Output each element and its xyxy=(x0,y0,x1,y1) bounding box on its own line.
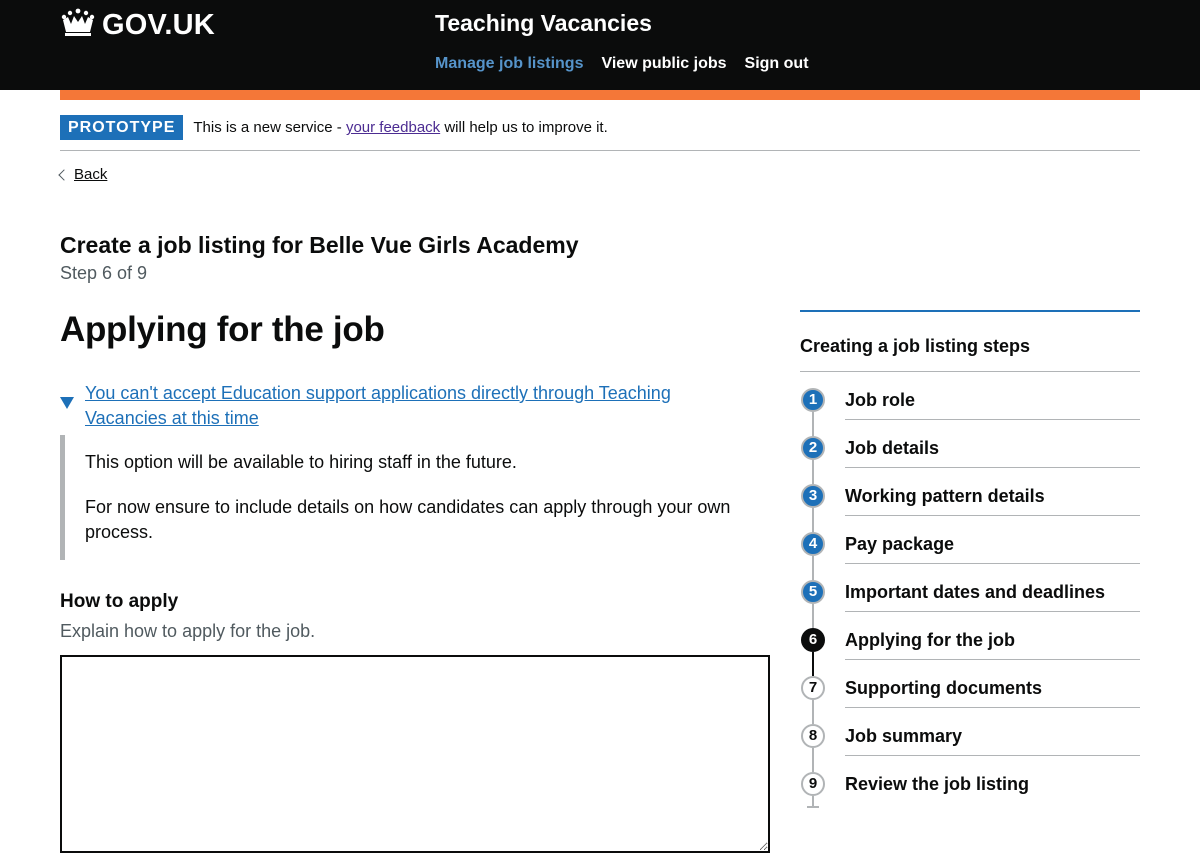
service-name[interactable]: Teaching Vacancies xyxy=(435,10,652,37)
step-label[interactable]: Review the job listing xyxy=(845,772,1140,804)
details-paragraph-1: This option will be available to hiring … xyxy=(85,452,517,472)
step-list: 1 Job role 2 Job details 3 Working patte… xyxy=(800,372,1140,808)
caption-title: Create a job listing for Belle Vue Girls… xyxy=(60,232,579,258)
step-label[interactable]: Important dates and deadlines xyxy=(845,580,1140,612)
nav-view-public-jobs[interactable]: View public jobs xyxy=(601,55,726,73)
logo-text: GOV.UK xyxy=(102,9,215,41)
step-number: 7 xyxy=(801,676,825,700)
page-title: Applying for the job xyxy=(60,310,385,349)
step-item-job-role[interactable]: 1 Job role xyxy=(800,372,1140,436)
step-label[interactable]: Applying for the job xyxy=(845,628,1140,660)
step-number: 4 xyxy=(801,532,825,556)
step-connector xyxy=(812,700,814,724)
phase-banner: PROTOTYPE This is a new service - your f… xyxy=(60,115,1140,151)
step-number: 1 xyxy=(801,388,825,412)
step-item-review[interactable]: 9 Review the job listing xyxy=(800,756,1140,808)
step-connector xyxy=(812,460,814,484)
details-summary-link[interactable]: You can't accept Education support appli… xyxy=(85,381,750,431)
step-item-job-details[interactable]: 2 Job details xyxy=(800,420,1140,484)
feedback-link[interactable]: your feedback xyxy=(346,119,440,136)
step-label[interactable]: Job details xyxy=(845,436,1140,468)
step-connector xyxy=(812,508,814,532)
step-connector xyxy=(812,556,814,580)
caption-step: Step 6 of 9 xyxy=(60,263,148,283)
how-to-apply-textarea[interactable] xyxy=(60,655,770,853)
step-label[interactable]: Job summary xyxy=(845,724,1140,756)
step-number: 5 xyxy=(801,580,825,604)
step-item-working-pattern[interactable]: 3 Working pattern details xyxy=(800,468,1140,532)
phase-tag: PROTOTYPE xyxy=(60,115,184,140)
phase-text-after: will help us to improve it. xyxy=(444,119,608,136)
back-link-wrapper: Back xyxy=(58,166,107,183)
step-connector xyxy=(812,412,814,436)
step-number: 2 xyxy=(801,436,825,460)
step-item-pay-package[interactable]: 4 Pay package xyxy=(800,516,1140,580)
chevron-left-icon xyxy=(58,169,70,181)
details-summary[interactable]: You can't accept Education support appli… xyxy=(60,381,750,431)
step-item-supporting-documents[interactable]: 7 Supporting documents xyxy=(800,660,1140,724)
step-nav-title: Creating a job listing steps xyxy=(800,336,1140,372)
step-number: 8 xyxy=(801,724,825,748)
step-number: 9 xyxy=(801,772,825,796)
phase-text: This is a new service - your feedback wi… xyxy=(193,119,607,136)
step-number: 3 xyxy=(801,484,825,508)
phase-text-before: This is a new service - xyxy=(193,119,342,136)
site-header: GOV.UK Teaching Vacancies Manage job lis… xyxy=(0,0,1200,90)
step-item-job-summary[interactable]: 8 Job summary xyxy=(800,708,1140,772)
step-nav: Creating a job listing steps 1 Job role … xyxy=(800,310,1140,808)
step-connector xyxy=(812,604,814,628)
header-accent-bar xyxy=(60,90,1140,100)
details-body: This option will be available to hiring … xyxy=(60,435,750,560)
govuk-logo-link[interactable]: GOV.UK xyxy=(60,8,215,43)
step-connector xyxy=(812,796,814,806)
step-connector xyxy=(812,652,814,676)
step-connector xyxy=(812,748,814,772)
nav-manage-job-listings[interactable]: Manage job listings xyxy=(435,55,583,73)
step-label[interactable]: Supporting documents xyxy=(845,676,1140,708)
step-number: 6 xyxy=(801,628,825,652)
step-label[interactable]: Job role xyxy=(845,388,1140,420)
header-nav: Manage job listings View public jobs Sig… xyxy=(435,55,809,73)
step-item-applying[interactable]: 6 Applying for the job xyxy=(800,612,1140,676)
crown-icon xyxy=(60,8,96,43)
nav-sign-out[interactable]: Sign out xyxy=(745,55,809,73)
step-end-cap xyxy=(807,806,819,808)
triangle-down-icon xyxy=(60,397,74,409)
step-label[interactable]: Pay package xyxy=(845,532,1140,564)
how-to-apply-hint: Explain how to apply for the job. xyxy=(60,621,316,641)
how-to-apply-label: How to apply xyxy=(60,591,179,612)
step-label[interactable]: Working pattern details xyxy=(845,484,1140,516)
back-link[interactable]: Back xyxy=(74,166,107,183)
details-paragraph-2: For now ensure to include details on how… xyxy=(85,497,731,542)
step-item-important-dates[interactable]: 5 Important dates and deadlines xyxy=(800,564,1140,628)
